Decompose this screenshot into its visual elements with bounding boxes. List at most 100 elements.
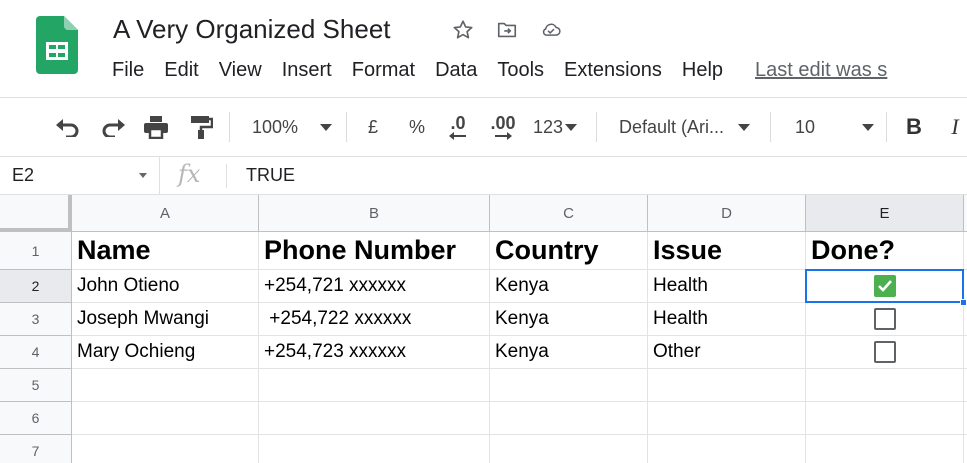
cell-c1[interactable]: Country: [490, 232, 648, 270]
cell-e1[interactable]: Done?: [806, 232, 964, 270]
cell-e6[interactable]: [806, 402, 964, 435]
currency-button[interactable]: £: [360, 98, 386, 156]
column-header-c[interactable]: C: [490, 195, 648, 232]
more-formats-button[interactable]: 123: [529, 98, 581, 156]
cell-a3[interactable]: Joseph Mwangi: [72, 303, 259, 336]
menu-bar: File Edit View Insert Format Data Tools …: [102, 56, 887, 84]
column-header-a[interactable]: A: [72, 195, 259, 232]
cell-e2[interactable]: [806, 270, 964, 303]
cell-d1[interactable]: Issue: [648, 232, 806, 270]
toolbar-divider: [596, 112, 597, 142]
row-header-3[interactable]: 3: [0, 303, 72, 336]
row-header-5[interactable]: 5: [0, 369, 72, 402]
formula-input[interactable]: TRUE: [246, 157, 295, 194]
menu-view[interactable]: View: [209, 56, 272, 84]
bold-button[interactable]: B: [900, 98, 928, 156]
zoom-select[interactable]: 100%: [244, 98, 340, 156]
done-checkbox[interactable]: [873, 275, 896, 297]
checkmark-icon: [877, 280, 892, 292]
cell-e7[interactable]: [806, 435, 964, 463]
cell-b3[interactable]: +254,722 xxxxxx: [259, 303, 490, 336]
spreadsheet-grid: A B C D E 1 2 3 4 5 6 7 Name Phone Numbe…: [0, 195, 967, 463]
menu-insert[interactable]: Insert: [272, 56, 342, 84]
cell-a2[interactable]: John Otieno: [72, 270, 259, 303]
menu-data[interactable]: Data: [425, 56, 487, 84]
sheets-logo-icon[interactable]: [36, 16, 78, 74]
cell-c6[interactable]: [490, 402, 648, 435]
fill-handle[interactable]: [960, 299, 967, 306]
last-edit-link[interactable]: Last edit was s: [755, 56, 887, 84]
star-icon[interactable]: [452, 19, 474, 41]
cell-d7[interactable]: [648, 435, 806, 463]
cell-b1[interactable]: Phone Number: [259, 232, 490, 270]
font-size-select[interactable]: 10: [785, 98, 877, 156]
chevron-down-icon: [139, 173, 147, 178]
toolbar: 100% £ % .0 .00 123 Default (Ari... 10 B…: [0, 97, 967, 157]
cell-d4[interactable]: Other: [648, 336, 806, 369]
name-box[interactable]: E2: [0, 157, 160, 194]
cell-e3[interactable]: [806, 303, 964, 336]
cell-b7[interactable]: [259, 435, 490, 463]
percent-button[interactable]: %: [404, 98, 430, 156]
column-header-e[interactable]: E: [806, 195, 964, 232]
row-header-4[interactable]: 4: [0, 336, 72, 369]
cell-d6[interactable]: [648, 402, 806, 435]
row-header-6[interactable]: 6: [0, 402, 72, 435]
arrow-right-icon: [495, 132, 512, 140]
done-checkbox[interactable]: [873, 341, 896, 363]
cell-a5[interactable]: [72, 369, 259, 402]
menu-file[interactable]: File: [102, 56, 154, 84]
cell-e4[interactable]: [806, 336, 964, 369]
cell-b4[interactable]: +254,723 xxxxxx: [259, 336, 490, 369]
cell-d2[interactable]: Health: [648, 270, 806, 303]
select-all-corner[interactable]: [0, 195, 72, 232]
cell-c3[interactable]: Kenya: [490, 303, 648, 336]
name-box-value: E2: [12, 165, 35, 185]
cell-b6[interactable]: [259, 402, 490, 435]
cell-c2[interactable]: Kenya: [490, 270, 648, 303]
cell-c4[interactable]: Kenya: [490, 336, 648, 369]
redo-icon[interactable]: [99, 98, 127, 156]
move-folder-icon[interactable]: [496, 19, 518, 41]
menu-format[interactable]: Format: [342, 56, 425, 84]
column-header-d[interactable]: D: [648, 195, 806, 232]
cell-c5[interactable]: [490, 369, 648, 402]
chevron-down-icon: [565, 123, 578, 131]
more-formats-label: 123: [532, 116, 564, 137]
print-icon[interactable]: [142, 98, 170, 156]
cell-b2[interactable]: +254,721 xxxxxx: [259, 270, 490, 303]
document-title[interactable]: A Very Organized Sheet: [113, 14, 391, 45]
cell-d3[interactable]: Health: [648, 303, 806, 336]
toolbar-divider: [886, 112, 887, 142]
arrow-left-icon: [449, 132, 466, 140]
done-checkbox[interactable]: [873, 308, 896, 330]
zoom-value: 100%: [251, 116, 299, 137]
cell-a6[interactable]: [72, 402, 259, 435]
row-header-7[interactable]: 7: [0, 435, 72, 463]
cell-c7[interactable]: [490, 435, 648, 463]
menu-tools[interactable]: Tools: [487, 56, 554, 84]
font-select[interactable]: Default (Ari...: [610, 98, 762, 156]
menu-extensions[interactable]: Extensions: [554, 56, 672, 84]
cell-a1[interactable]: Name: [72, 232, 259, 270]
paint-format-icon[interactable]: [187, 98, 215, 156]
decrease-decimal-button[interactable]: .0: [443, 98, 473, 156]
increase-decimal-label: .00: [490, 113, 516, 133]
title-actions: [452, 17, 562, 43]
formula-divider: [226, 164, 227, 188]
cell-a7[interactable]: [72, 435, 259, 463]
increase-decimal-button[interactable]: .00: [485, 98, 521, 156]
cell-a4[interactable]: Mary Ochieng: [72, 336, 259, 369]
toolbar-divider: [346, 112, 347, 142]
cell-b5[interactable]: [259, 369, 490, 402]
italic-button[interactable]: I: [944, 98, 966, 156]
menu-edit[interactable]: Edit: [154, 56, 208, 84]
cell-e5[interactable]: [806, 369, 964, 402]
undo-icon[interactable]: [54, 98, 82, 156]
column-header-b[interactable]: B: [259, 195, 490, 232]
row-header-2[interactable]: 2: [0, 270, 72, 303]
menu-help[interactable]: Help: [672, 56, 733, 84]
row-header-1[interactable]: 1: [0, 232, 72, 270]
cloud-status-icon[interactable]: [540, 19, 562, 41]
cell-d5[interactable]: [648, 369, 806, 402]
